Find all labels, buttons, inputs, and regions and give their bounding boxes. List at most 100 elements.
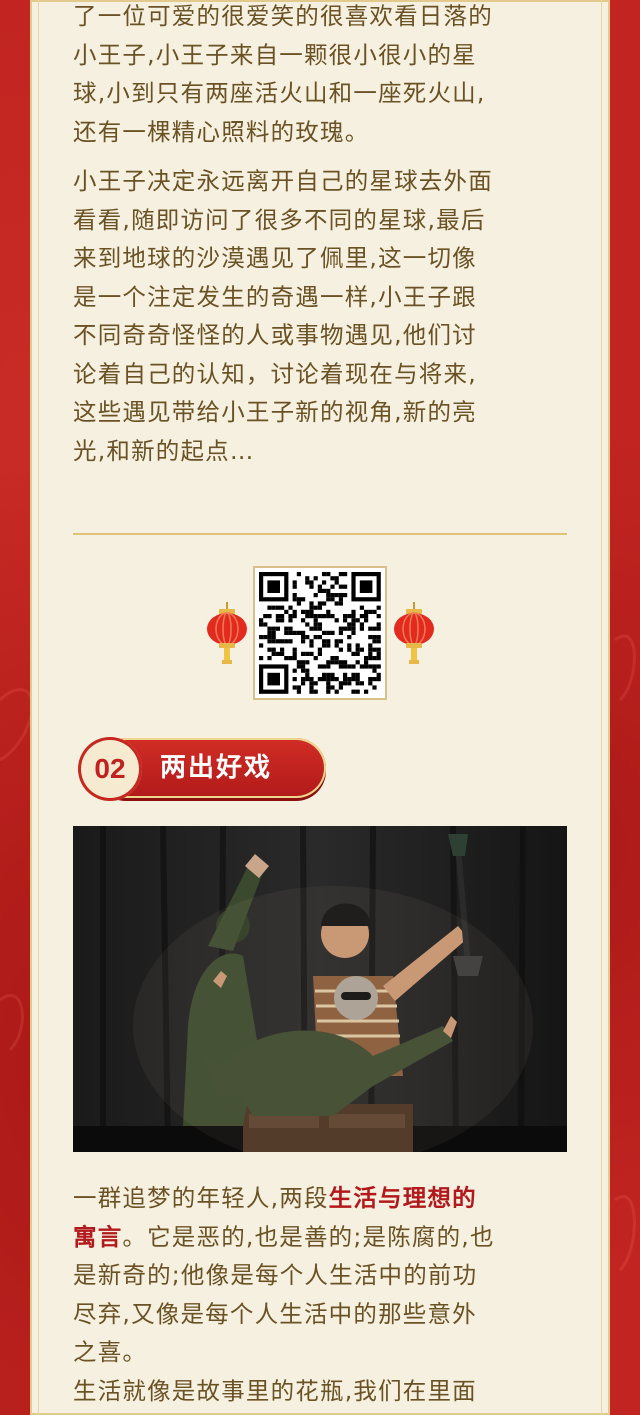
section-divider [73,533,567,535]
qr-module [296,597,301,602]
qr-module [292,647,297,652]
qr-module [372,685,377,690]
qr-module [301,639,306,644]
qr-module [343,572,348,577]
qr-module [330,614,335,619]
qr-module [347,647,352,652]
paragraph-line: 论着自己的认知，讨论着现在与将来, [73,359,477,388]
qr-module [368,647,373,652]
qr-module [351,672,356,677]
qr-module [347,664,352,669]
paragraph-line: 是一个注定发生的奇遇一样,小王子跟 [73,282,477,311]
qr-module [301,651,306,656]
qr-module [338,626,343,631]
qr-module [376,664,381,669]
qr-module [309,626,314,631]
qr-module [376,626,381,631]
qr-module [296,689,301,694]
qr-module [263,635,268,640]
qr-module [326,572,331,577]
qr-module [292,656,297,661]
qr-module [313,681,318,686]
qr-module [355,651,360,656]
qr-module [343,677,348,682]
qr-module [322,572,327,577]
qr-module [309,584,314,589]
qr-module [326,672,331,677]
lantern-icon [394,602,434,664]
qr-module [326,588,331,593]
qr-module [376,656,381,661]
qr-module [313,614,318,619]
qr-module [322,614,327,619]
paragraph-line: 生活就像是故事里的花瓶,我们在里面 [73,1376,477,1405]
qr-module [267,656,272,661]
qr-module [334,618,339,623]
section-title: 两出好戏 [160,753,273,783]
qr-module [338,601,343,606]
qr-module [347,626,352,631]
qr-module [368,664,373,669]
qr-module [359,664,364,669]
qr-module [284,630,289,635]
qr-module [368,609,373,614]
qr-module [330,677,335,682]
qr-module [359,605,364,610]
qr-module [326,677,331,682]
paragraph-line: 一群追梦的年轻人,两段生活与理想的 [73,1179,567,1218]
qr-module [338,681,343,686]
paragraph-line: 不同奇奇怪怪的人或事物遇见,他们讨 [73,321,477,349]
qr-module [355,672,360,677]
qr-module [305,651,310,656]
qr-module [317,601,322,606]
section-number: 02 [94,753,126,784]
qr-module [292,593,297,598]
qr-module [305,614,310,619]
qr-module [359,681,364,686]
play-description: 一群追梦的年轻人,两段生活与理想的 寓言。它是恶的,也是善的;是陈腐的,也 是新… [73,1179,567,1410]
qr-module [267,614,272,619]
qr-module [372,639,377,644]
qr-module [343,681,348,686]
qr-module [376,635,381,640]
qr-module [288,656,293,661]
qr-module [267,605,272,610]
qr-module [288,618,293,623]
qr-module [330,584,335,589]
qr-module [347,681,352,686]
qr-module [292,597,297,602]
qr-module [376,605,381,610]
qr-module [355,643,360,648]
qr-module [351,622,356,627]
qr-module [326,660,331,665]
qr-module [275,605,280,610]
qr-module [355,618,360,623]
qr-module [351,651,356,656]
qr-module [267,626,272,631]
paragraph-line: 这些遇见带给小王子新的视角,新的亮 [73,398,477,426]
stage-scene-illustration [73,826,567,1152]
qr-module [355,681,360,686]
qr-module [364,609,369,614]
qr-module [309,605,314,610]
qr-code-icon[interactable] [253,566,387,700]
qr-module [334,639,339,644]
qr-module [376,677,381,682]
qr-module [284,656,289,661]
qr-module [351,609,356,614]
qr-module [334,660,339,665]
qr-module [309,601,314,606]
qr-module [330,576,335,581]
qr-module [301,597,306,602]
qr-module [330,630,335,635]
qr-module [271,635,276,640]
qr-module [296,664,301,669]
qr-module [326,681,331,686]
qr-module [343,626,348,631]
qr-module [301,660,306,665]
qr-module [309,609,314,614]
qr-module [330,685,335,690]
highlight-text: 寓言 [73,1222,123,1251]
qr-module [305,668,310,673]
qr-module [322,664,327,669]
